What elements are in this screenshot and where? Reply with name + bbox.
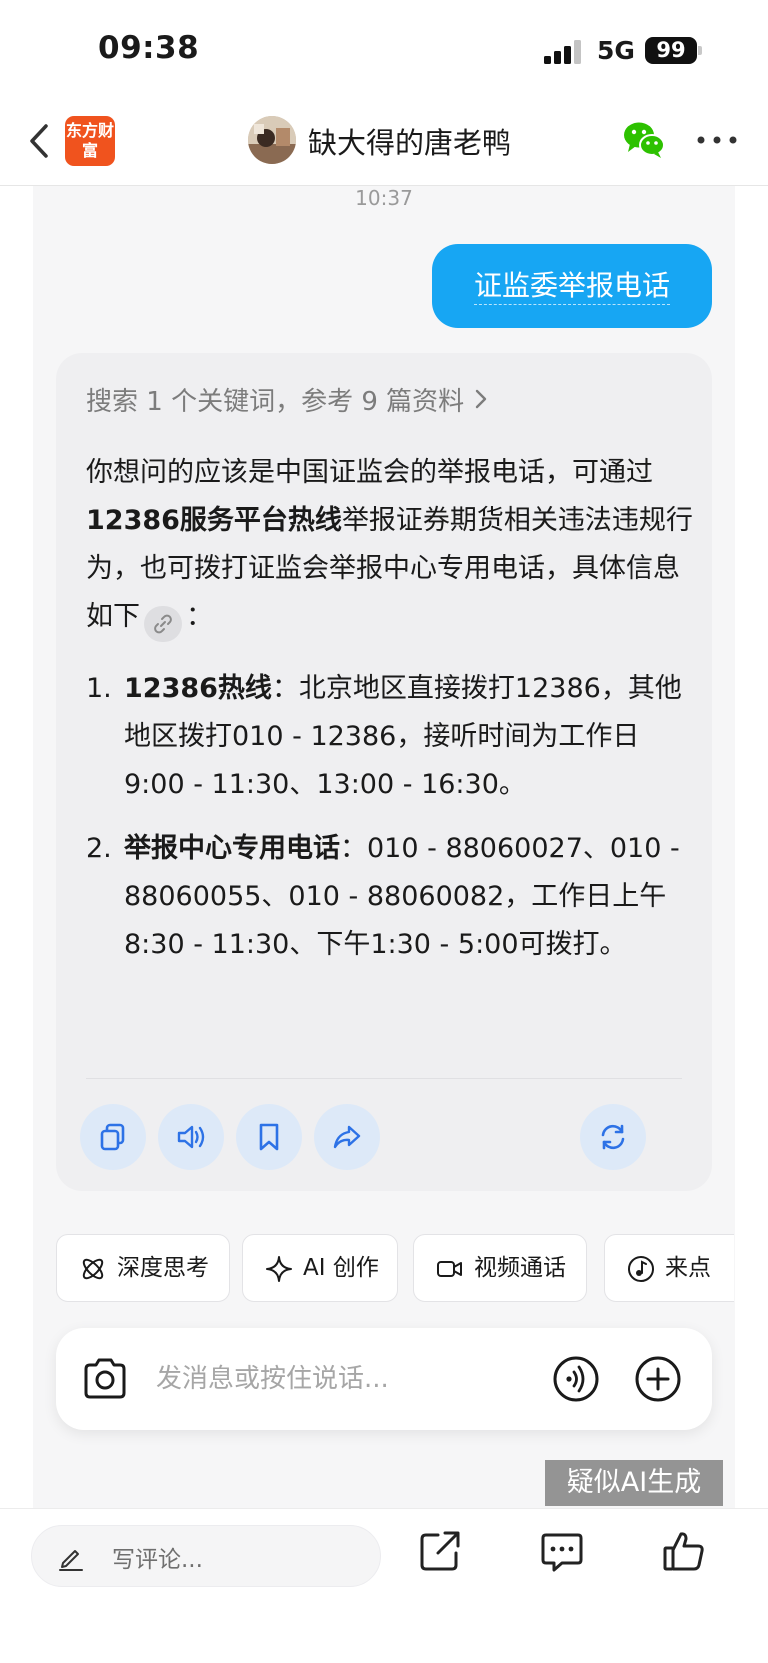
atom-icon xyxy=(82,1258,104,1280)
like-button[interactable] xyxy=(662,1529,706,1573)
search-summary-text: 搜索 1 个关键词，参考 9 篇资料 xyxy=(86,387,465,417)
ai-answer-paragraph: 你想问的应该是中国证监会的举报电话，可通过12386服务平台热线举报证券期货相关… xyxy=(86,449,696,642)
chip-label: AI 创作 xyxy=(303,1255,379,1281)
more-options-button[interactable] xyxy=(693,128,741,152)
answer-intro-colon: ： xyxy=(186,601,213,632)
regenerate-icon xyxy=(601,1124,625,1150)
list-item-title: 举报中心专用电话 xyxy=(124,833,340,864)
comments-button[interactable] xyxy=(540,1529,584,1573)
message-timestamp: 10:37 xyxy=(355,186,413,210)
ai-reply-card: 搜索 1 个关键词，参考 9 篇资料 你想问的应该是中国证监会的举报电话，可通过… xyxy=(56,353,712,1191)
card-divider xyxy=(86,1078,682,1079)
status-time: 09:38 xyxy=(98,30,200,66)
avatar-image xyxy=(248,116,296,164)
chat-title: 缺大得的唐老鸭 xyxy=(308,126,512,160)
copy-icon xyxy=(100,1123,125,1151)
video-icon xyxy=(437,1261,462,1277)
wechat-icon[interactable] xyxy=(622,119,666,159)
message-input[interactable] xyxy=(156,1354,516,1404)
message-input-bar xyxy=(56,1328,712,1430)
voice-button[interactable] xyxy=(552,1355,600,1403)
copy-button[interactable] xyxy=(80,1104,146,1170)
link-icon[interactable] xyxy=(144,606,182,642)
list-item: 2. 举报中心专用电话：010 - 88060027、010 - 8806005… xyxy=(86,825,696,969)
app-logo[interactable]: 东方财富 xyxy=(65,116,115,166)
plus-circle-icon xyxy=(635,1356,681,1402)
back-button[interactable] xyxy=(22,116,62,166)
quick-actions-row: 深度思考 AI 创作 视频通话 来点 xyxy=(56,1234,734,1304)
chip-label: 视频通话 xyxy=(474,1255,566,1281)
voice-wave-icon xyxy=(553,1356,599,1402)
chevron-left-icon xyxy=(30,124,48,158)
ellipsis-icon xyxy=(697,136,737,144)
battery-icon: 99 xyxy=(645,37,697,64)
share-out-button[interactable] xyxy=(418,1529,462,1573)
regenerate-button[interactable] xyxy=(580,1104,646,1170)
comments-icon xyxy=(541,1533,583,1572)
chevron-right-icon xyxy=(474,387,488,417)
answer-intro-1: 你想问的应该是中国证监会的举报电话，可通过 xyxy=(86,457,653,488)
bookmark-icon xyxy=(259,1123,279,1151)
sparkle-icon xyxy=(266,1256,292,1282)
list-item-number: 2. xyxy=(86,833,112,864)
user-message-bubble[interactable]: 证监委举报电话 xyxy=(432,244,712,328)
add-button[interactable] xyxy=(634,1355,682,1403)
list-item-title: 12386热线 xyxy=(124,673,272,704)
camera-icon xyxy=(84,1358,126,1399)
comment-placeholder: 写评论... xyxy=(112,1547,203,1573)
pencil-icon xyxy=(59,1550,83,1571)
like-icon xyxy=(663,1532,704,1571)
read-aloud-button[interactable] xyxy=(158,1104,224,1170)
list-item: 1. 12386热线：北京地区直接拨打12386，其他地区拨打010 - 123… xyxy=(86,665,696,809)
comment-input[interactable]: 写评论... xyxy=(31,1525,381,1587)
answer-list: 1. 12386热线：北京地区直接拨打12386，其他地区拨打010 - 123… xyxy=(86,665,696,969)
share-button[interactable] xyxy=(314,1104,380,1170)
video-call-chip[interactable]: 视频通话 xyxy=(413,1234,587,1302)
camera-button[interactable] xyxy=(82,1357,128,1401)
signal-icon xyxy=(544,40,584,64)
chip-label: 来点 xyxy=(665,1255,711,1281)
deep-think-chip[interactable]: 深度思考 xyxy=(56,1234,230,1302)
music-chip[interactable]: 来点 xyxy=(604,1234,734,1302)
bottom-comment-bar: 写评论... xyxy=(0,1508,768,1663)
bookmark-button[interactable] xyxy=(236,1104,302,1170)
search-summary[interactable]: 搜索 1 个关键词，参考 9 篇资料 xyxy=(86,381,488,418)
status-bar: 09:38 5G 99 xyxy=(0,0,768,100)
list-item-number: 1. xyxy=(86,673,112,704)
network-label: 5G xyxy=(597,36,635,65)
ai-generated-watermark: 疑似AI生成 xyxy=(545,1460,723,1506)
user-message-text: 证监委举报电话 xyxy=(473,269,670,305)
answer-intro-bold: 12386服务平台热线 xyxy=(86,505,342,536)
share-out-icon xyxy=(420,1531,460,1571)
share-icon xyxy=(333,1125,361,1149)
chat-header: 东方财富 缺大得的唐老鸭 xyxy=(0,100,768,186)
avatar[interactable] xyxy=(248,116,296,164)
ai-create-chip[interactable]: AI 创作 xyxy=(242,1234,398,1302)
chip-label: 深度思考 xyxy=(117,1255,209,1281)
music-icon xyxy=(628,1256,654,1282)
battery-nub xyxy=(698,46,702,55)
speaker-icon xyxy=(177,1125,205,1149)
